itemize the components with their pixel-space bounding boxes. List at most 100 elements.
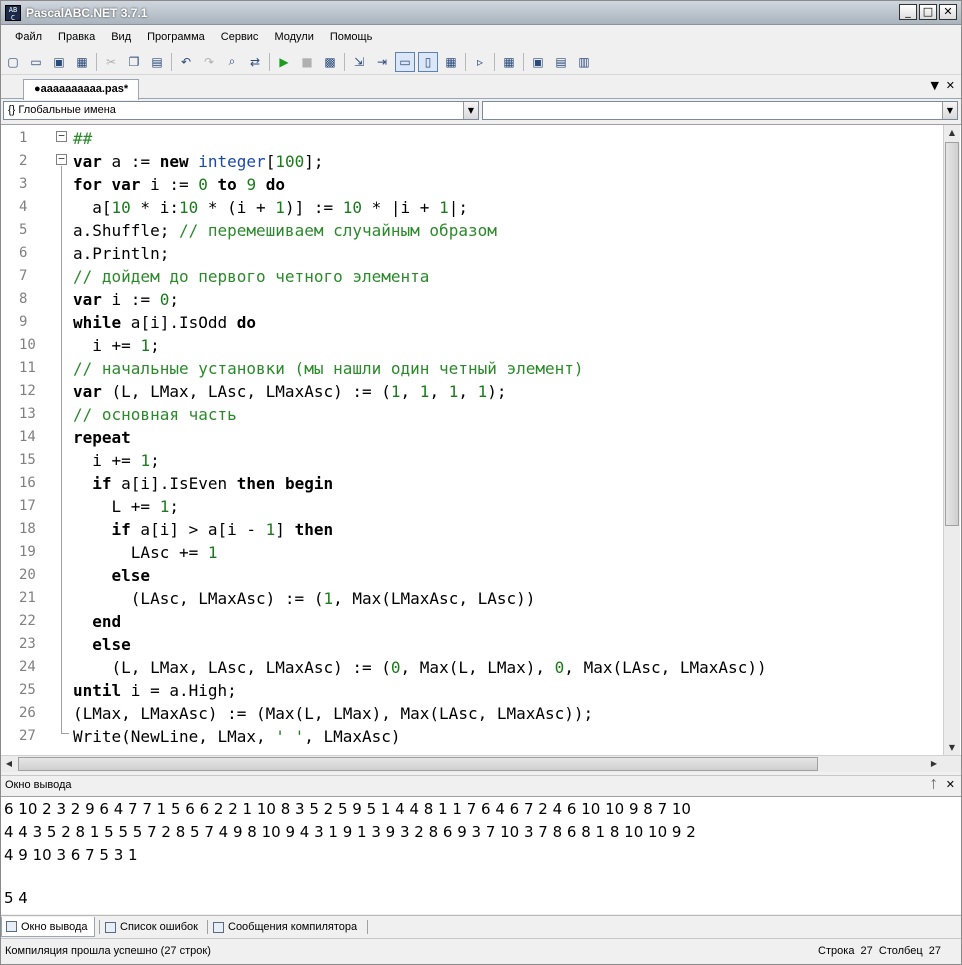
- save-all-icon[interactable]: ▦: [72, 52, 92, 72]
- code-token: * |i +: [362, 198, 440, 217]
- code-token: i :=: [101, 290, 160, 309]
- vertical-scrollbar[interactable]: ▲ ▼: [943, 125, 960, 756]
- code-line[interactable]: repeat: [73, 426, 131, 449]
- code-token: Write(NewLine, LMax,: [73, 727, 276, 746]
- code-text[interactable]: ## var a := new integer[100]; for var i :=…: [73, 125, 943, 756]
- code-line[interactable]: // основная часть: [73, 403, 237, 426]
- tab-compiler-messages[interactable]: Сообщения компилятора: [209, 917, 363, 937]
- code-line[interactable]: (LAsc, LMaxAsc) := (1, Max(LMaxAsc, LAsc…: [73, 587, 536, 610]
- menu-program[interactable]: Программа: [139, 26, 213, 48]
- compile-icon[interactable]: ▩: [320, 52, 340, 72]
- step-into-icon[interactable]: ⇲: [349, 52, 369, 72]
- horizontal-scroll-thumb[interactable]: [18, 757, 818, 771]
- copy-icon[interactable]: ❐: [124, 52, 144, 72]
- menu-edit[interactable]: Правка: [50, 26, 103, 48]
- toolbar-separator: [171, 52, 172, 71]
- code-line[interactable]: for var i := 0 to 9 do: [73, 173, 285, 196]
- code-line[interactable]: else: [73, 633, 131, 656]
- replace-icon[interactable]: ⇄: [245, 52, 265, 72]
- form-designer-icon[interactable]: ▣: [528, 52, 548, 72]
- debug-icon[interactable]: ▹: [470, 52, 490, 72]
- output-window[interactable]: 6 10 2 3 2 9 6 4 7 7 1 5 6 6 2 2 1 10 8 …: [1, 796, 961, 914]
- cut-icon[interactable]: ✂: [101, 52, 121, 72]
- code-line[interactable]: // дойдем до первого четного элемента: [73, 265, 429, 288]
- code-line[interactable]: i += 1;: [73, 334, 160, 357]
- code-token: if: [92, 474, 112, 493]
- tab-list-dropdown[interactable]: ▼: [931, 79, 939, 92]
- code-token: i +=: [73, 451, 141, 470]
- find-icon[interactable]: ⌕: [222, 52, 242, 72]
- code-token: 9: [246, 175, 257, 194]
- new-file-icon[interactable]: ▢: [3, 52, 23, 72]
- tab-close-button[interactable]: ✕: [946, 79, 955, 92]
- code-line[interactable]: LAsc += 1: [73, 541, 218, 564]
- menu-service[interactable]: Сервис: [213, 26, 267, 48]
- code-line[interactable]: until i = a.High;: [73, 679, 237, 702]
- member-selector[interactable]: ▼: [482, 101, 958, 120]
- tab-output-window[interactable]: Окно вывода: [1, 917, 95, 937]
- code-line[interactable]: a.Shuffle; // перемешиваем случайным обр…: [73, 219, 497, 242]
- code-line[interactable]: (LMax, LMaxAsc) := (Max(L, LMax), Max(LA…: [73, 702, 593, 725]
- code-token: ;: [150, 451, 160, 470]
- scroll-down-arrow-icon[interactable]: ▼: [944, 740, 960, 756]
- fold-toggle-icon[interactable]: −: [56, 153, 67, 165]
- code-line[interactable]: a[10 * i:10 * (i + 1)] := 10 * |i + 1|;: [73, 196, 468, 219]
- code-line[interactable]: ##: [73, 127, 92, 150]
- save-icon[interactable]: ▣: [49, 52, 69, 72]
- code-line[interactable]: var a := new integer[100];: [73, 150, 324, 173]
- watch-icon[interactable]: ▦: [499, 52, 519, 72]
- code-line[interactable]: while a[i].IsOdd do: [73, 311, 256, 334]
- horizontal-scrollbar[interactable]: ◀ ▶: [1, 755, 961, 772]
- stop-icon[interactable]: ■: [297, 52, 317, 72]
- file-tab[interactable]: ●aaaaaaaaaa.pas*: [23, 79, 140, 100]
- template-icon[interactable]: ▤: [551, 52, 571, 72]
- title-bar[interactable]: AB C PascalABC.NET 3.7.1 _ □ ✕: [1, 1, 961, 25]
- layout-toggle-icon[interactable]: ▯: [418, 51, 438, 72]
- code-editor[interactable]: 1 2 3 4 5 6 7 8 9 10 11 12 13 14 15 16 17 18 19 20 21 22 23 24 2…: [1, 124, 961, 756]
- close-button[interactable]: ✕: [939, 4, 957, 20]
- scroll-left-arrow-icon[interactable]: ◀: [1, 756, 17, 772]
- tab-separator: [207, 920, 208, 934]
- fold-toggle-icon[interactable]: −: [56, 130, 67, 142]
- reference-icon[interactable]: ▥: [574, 52, 594, 72]
- output-close-button[interactable]: ✕: [946, 778, 955, 791]
- code-token: ;: [150, 336, 160, 355]
- code-token: 1: [140, 451, 151, 470]
- tab-error-list[interactable]: Список ошибок: [101, 917, 204, 937]
- code-line[interactable]: if a[i].IsEven then begin: [73, 472, 333, 495]
- chevron-down-icon[interactable]: ▼: [463, 102, 478, 119]
- code-line[interactable]: end: [73, 610, 121, 633]
- code-line[interactable]: (L, LMax, LAsc, LMaxAsc) := (0, Max(L, L…: [73, 656, 767, 679]
- code-line[interactable]: Write(NewLine, LMax, ' ', LMaxAsc): [73, 725, 401, 748]
- code-line[interactable]: else: [73, 564, 151, 587]
- code-line[interactable]: // начальные установки (мы нашли один че…: [73, 357, 584, 380]
- scroll-up-arrow-icon[interactable]: ▲: [944, 125, 960, 141]
- open-folder-icon[interactable]: ▭: [26, 52, 46, 72]
- code-line[interactable]: var i := 0;: [73, 288, 179, 311]
- menu-file[interactable]: Файл: [1, 26, 50, 48]
- step-over-icon[interactable]: ⇥: [372, 52, 392, 72]
- toolbar-separator: [494, 52, 495, 71]
- chevron-down-icon[interactable]: ▼: [942, 102, 957, 119]
- undo-icon[interactable]: ↶: [176, 52, 196, 72]
- paste-icon[interactable]: ▤: [147, 52, 167, 72]
- code-line[interactable]: i += 1;: [73, 449, 160, 472]
- scroll-right-arrow-icon[interactable]: ▶: [926, 756, 942, 772]
- menu-help[interactable]: Помощь: [322, 26, 381, 48]
- vertical-scroll-thumb[interactable]: [945, 142, 959, 526]
- code-line[interactable]: L += 1;: [73, 495, 179, 518]
- code-line[interactable]: if a[i] > a[i - 1] then: [73, 518, 334, 541]
- minimize-button[interactable]: _: [899, 4, 917, 20]
- run-icon[interactable]: ▶: [274, 52, 294, 72]
- code-token: repeat: [73, 428, 131, 447]
- pin-icon[interactable]: ᛏ: [930, 778, 937, 791]
- menu-view[interactable]: Вид: [103, 26, 139, 48]
- output-toggle-icon[interactable]: ▭: [395, 51, 415, 72]
- maximize-button[interactable]: □: [919, 4, 937, 20]
- menu-modules[interactable]: Модули: [266, 26, 321, 48]
- format-icon[interactable]: ▦: [441, 52, 461, 72]
- code-line[interactable]: a.Println;: [73, 242, 169, 265]
- code-line[interactable]: var (L, LMax, LAsc, LMaxAsc) := (1, 1, 1…: [73, 380, 507, 403]
- scope-selector[interactable]: {} Глобальные имена ▼: [3, 101, 479, 120]
- redo-icon[interactable]: ↷: [199, 52, 219, 72]
